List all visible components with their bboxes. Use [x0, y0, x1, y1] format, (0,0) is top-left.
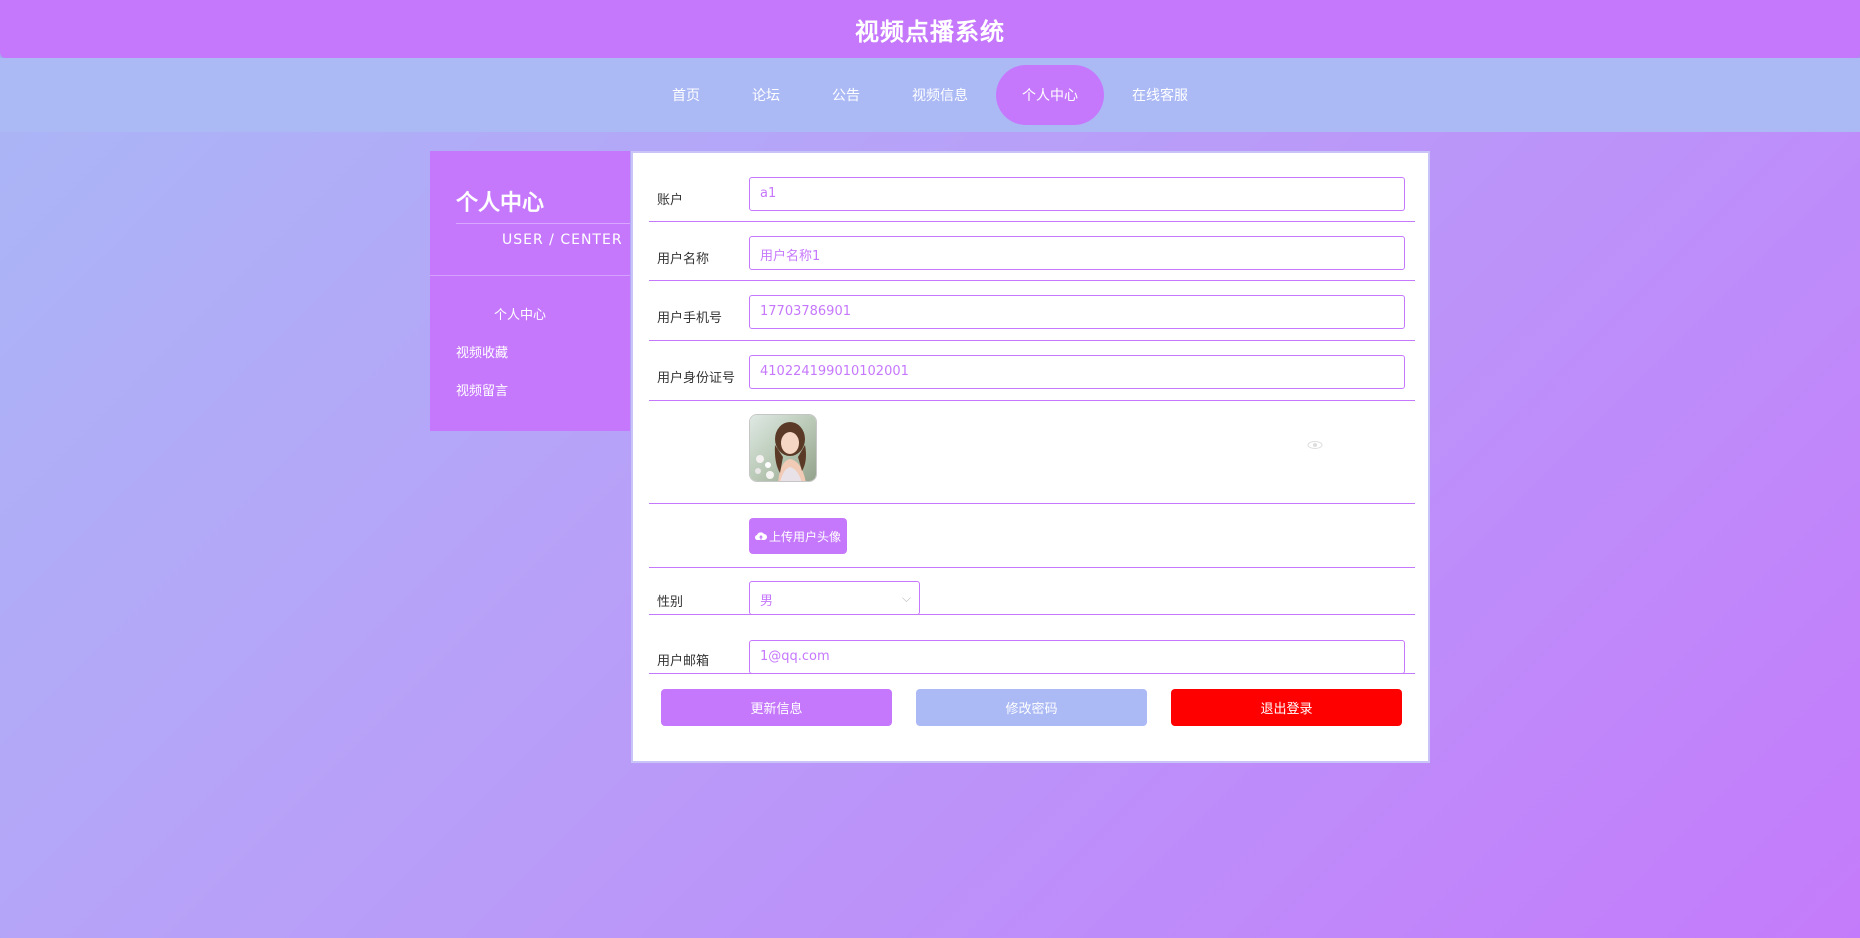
- account-label: 账户: [657, 193, 684, 208]
- email-label: 用户邮箱: [657, 654, 710, 669]
- profile-form-panel: 账户 a1 用户名称 用户名称1 用户手机号 17703786901 用户身份证…: [631, 151, 1430, 763]
- update-info-button[interactable]: 更新信息: [661, 689, 892, 726]
- sidebar: 个人中心 USER / CENTER 个人中心 视频收藏 视频留言: [430, 151, 630, 431]
- phone-field[interactable]: 17703786901: [749, 295, 1405, 329]
- username-field[interactable]: 用户名称1: [749, 236, 1405, 270]
- eye-cursor-icon: [1307, 441, 1323, 449]
- avatar: [749, 414, 817, 482]
- avatar-image: [750, 415, 816, 481]
- gender-select-value: 男: [760, 594, 774, 609]
- idcard-field[interactable]: 410224199010102001: [749, 355, 1405, 389]
- sidebar-subtitle: USER / CENTER: [456, 223, 630, 248]
- phone-label: 用户手机号: [657, 311, 723, 326]
- gender-select[interactable]: 男 ⌵: [749, 581, 920, 615]
- form-row-username: 用户名称 用户名称1: [649, 236, 1415, 281]
- form-row-account: 账户 a1: [649, 177, 1415, 222]
- sidebar-divider: [430, 275, 630, 276]
- account-field[interactable]: a1: [749, 177, 1405, 211]
- upload-avatar-button[interactable]: 上传用户头像: [749, 518, 847, 554]
- nav-item-online-service[interactable]: 在线客服: [1108, 65, 1212, 125]
- cloud-upload-icon: [754, 532, 767, 541]
- username-label: 用户名称: [657, 252, 710, 267]
- chevron-down-icon: ⌵: [901, 591, 911, 605]
- site-title: 视频点播系统: [855, 17, 1005, 46]
- form-row-gender: 性别 男 ⌵: [649, 569, 1415, 615]
- idcard-label: 用户身份证号: [657, 371, 736, 386]
- nav-item-notice[interactable]: 公告: [808, 65, 884, 125]
- form-row-avatar: [649, 414, 1415, 504]
- form-row-idcard: 用户身份证号 410224199010102001: [649, 355, 1415, 401]
- nav-item-video-info[interactable]: 视频信息: [888, 65, 992, 125]
- nav-item-home[interactable]: 首页: [648, 65, 724, 125]
- header-bar: 视频点播系统: [0, 0, 1860, 58]
- form-row-phone: 用户手机号 17703786901: [649, 295, 1415, 341]
- email-field[interactable]: 1@qq.com: [749, 640, 1405, 674]
- gender-label: 性别: [657, 595, 684, 610]
- sidebar-title: 个人中心: [456, 191, 545, 216]
- sidebar-item-video-favorites[interactable]: 视频收藏: [456, 342, 508, 361]
- form-row-upload: 上传用户头像: [649, 504, 1415, 568]
- main-nav: 首页 论坛 公告 视频信息 个人中心 在线客服: [0, 58, 1860, 132]
- upload-avatar-label: 上传用户头像: [768, 529, 841, 544]
- sidebar-item-video-comments[interactable]: 视频留言: [456, 380, 508, 399]
- nav-item-user-center[interactable]: 个人中心: [996, 65, 1104, 125]
- change-password-button[interactable]: 修改密码: [916, 689, 1147, 726]
- nav-item-forum[interactable]: 论坛: [728, 65, 804, 125]
- logout-button[interactable]: 退出登录: [1171, 689, 1402, 726]
- form-row-email: 用户邮箱 1@qq.com: [649, 628, 1415, 674]
- sidebar-item-user-center[interactable]: 个人中心: [494, 304, 546, 323]
